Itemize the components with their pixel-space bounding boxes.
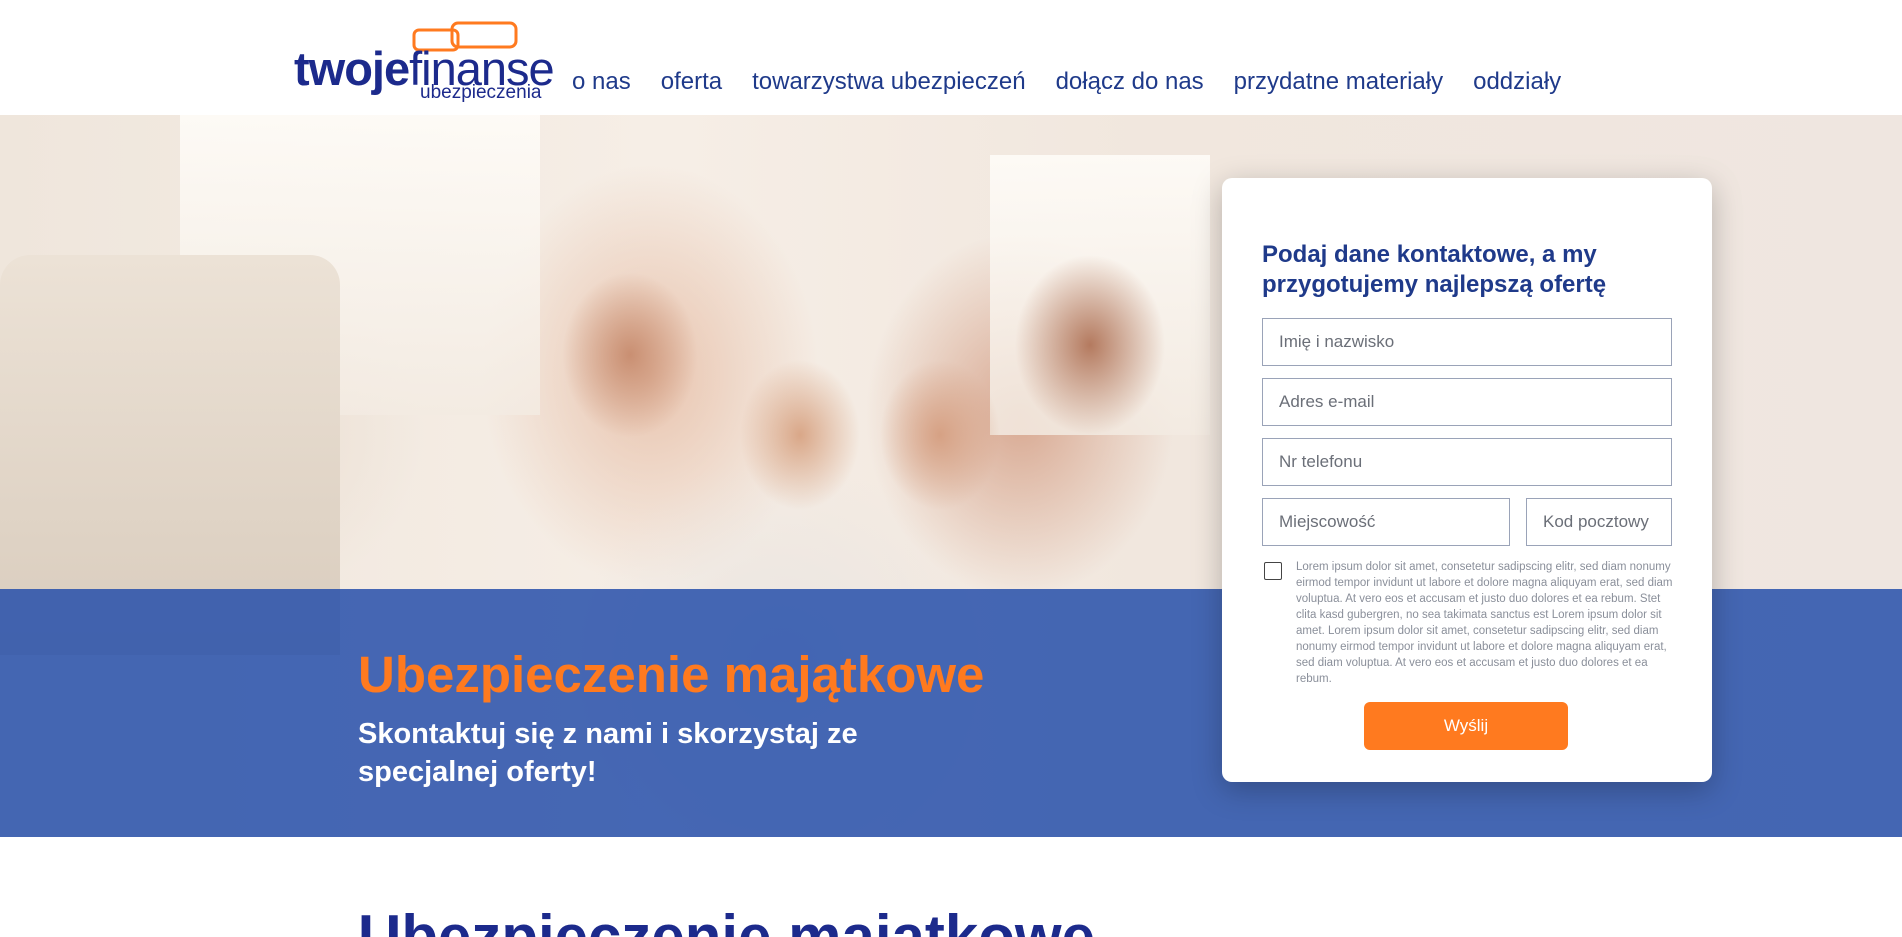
nav-item-oferta[interactable]: oferta bbox=[661, 64, 722, 100]
phone-field-wrapper bbox=[1262, 438, 1672, 486]
zip-field-wrapper bbox=[1526, 498, 1672, 546]
name-field-wrapper bbox=[1262, 318, 1672, 366]
email-field-wrapper bbox=[1262, 378, 1672, 426]
submit-button[interactable]: Wyślij bbox=[1364, 702, 1568, 750]
name-input[interactable] bbox=[1263, 319, 1671, 365]
form-title: Podaj dane kontaktowe, a my przygotujemy… bbox=[1262, 241, 1607, 298]
nav-item-materialy[interactable]: przydatne materiały bbox=[1234, 64, 1443, 100]
nav-item-dolacz[interactable]: dołącz do nas bbox=[1056, 64, 1204, 100]
logo-word-bold: twoje bbox=[294, 42, 410, 95]
hero-title: Ubezpieczenie majątkowe bbox=[358, 646, 985, 703]
consent-text: Lorem ipsum dolor sit amet, consetetur s… bbox=[1296, 561, 1673, 685]
nav-item-o-nas[interactable]: o nas bbox=[572, 64, 631, 100]
contact-form-card: Podaj dane kontaktowe, a my przygotujemy… bbox=[1222, 178, 1712, 782]
city-input[interactable] bbox=[1263, 499, 1509, 545]
site-header: twojefinanse ubezpieczenia o nas oferta … bbox=[0, 0, 1902, 115]
logo[interactable]: twojefinanse ubezpieczenia bbox=[294, 20, 555, 104]
city-field-wrapper bbox=[1262, 498, 1510, 546]
nav-item-towarzystwa[interactable]: towarzystwa ubezpieczeń bbox=[752, 64, 1025, 100]
consent-checkbox[interactable] bbox=[1264, 562, 1282, 580]
email-input[interactable] bbox=[1263, 379, 1671, 425]
section-title: Ubezpieczenie majątkowe bbox=[358, 903, 1095, 937]
logo-subtitle: ubezpieczenia bbox=[420, 82, 542, 103]
main-nav: o nas oferta towarzystwa ubezpieczeń doł… bbox=[572, 64, 1591, 100]
phone-input[interactable] bbox=[1263, 439, 1671, 485]
nav-item-oddzialy[interactable]: oddziały bbox=[1473, 64, 1561, 100]
hero-subtitle: Skontaktuj się z nami i skorzystaj ze sp… bbox=[358, 718, 858, 788]
zip-code-input[interactable] bbox=[1527, 499, 1671, 545]
